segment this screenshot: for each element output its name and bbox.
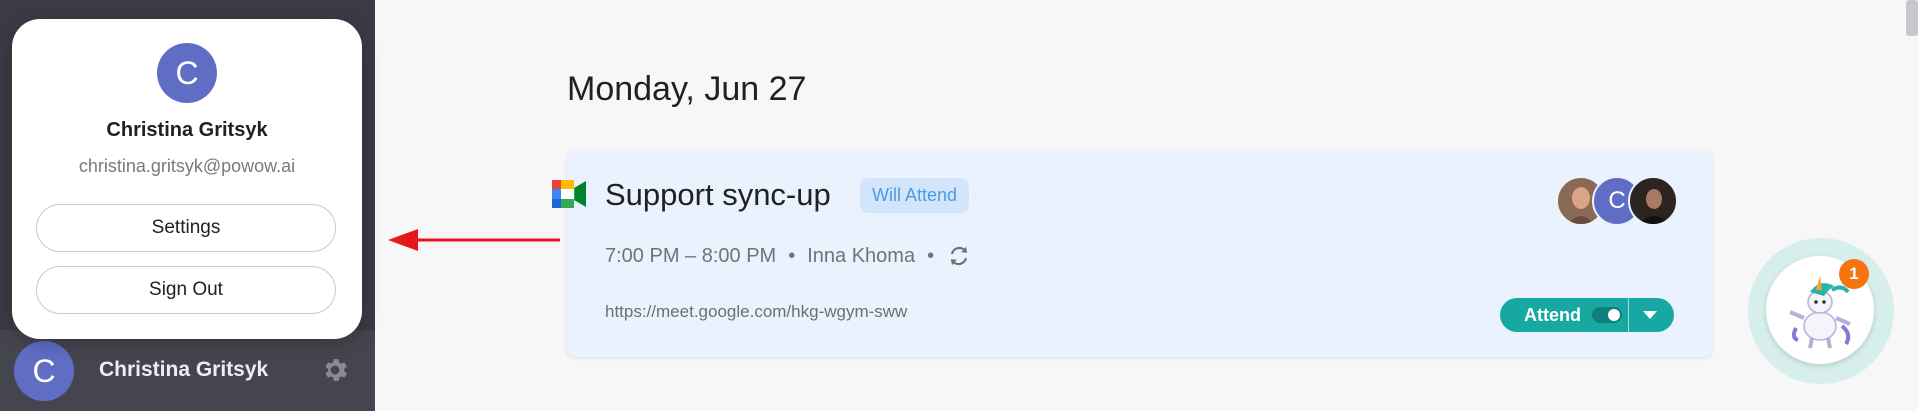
google-meet-icon [552,180,586,208]
popup-avatar-initial: C [175,54,199,91]
attendee-initial: C [1608,187,1626,214]
popup-avatar: C [157,43,217,103]
sidebar-avatar[interactable]: C [14,341,74,401]
day-heading: Monday, Jun 27 [567,70,807,108]
status-badge: Will Attend [860,178,970,213]
separator-dot: • [788,244,796,267]
popup-user-email: christina.gritsyk@powow.ai [78,156,296,176]
arrow-left-icon [388,229,560,251]
profile-popup: C Christina Gritsyk christina.gritsyk@po… [12,19,362,339]
attend-button[interactable]: Attend [1500,298,1674,332]
chevron-down-icon[interactable] [1643,311,1657,319]
attend-toggle[interactable] [1592,307,1622,323]
settings-button[interactable]: Settings [36,204,336,252]
event-meta: 7:00 PM – 8:00 PM • Inna Khoma • [605,243,972,269]
separator-dot: • [927,244,935,267]
recurring-icon [950,246,968,266]
attend-label: Attend [1524,305,1581,325]
notification-badge: 1 [1839,259,1869,289]
avatar-initial: C [32,352,56,389]
sign-out-button[interactable]: Sign Out [36,266,336,314]
attend-divider [1628,298,1629,332]
popup-user-name: Christina Gritsyk [106,119,268,141]
meeting-link[interactable]: https://meet.google.com/hkg-wgym-sww [605,302,907,322]
gear-icon[interactable] [320,355,350,385]
event-organizer: Inna Khoma [807,244,916,267]
event-title[interactable]: Support sync-up [605,177,831,213]
event-time: 7:00 PM – 8:00 PM [605,244,777,267]
scrollbar[interactable] [1906,0,1918,36]
sidebar-user-name[interactable]: Christina Gritsyk [99,358,268,382]
attendee-avatars[interactable]: C [1556,176,1678,226]
attendee-avatar [1628,176,1678,226]
